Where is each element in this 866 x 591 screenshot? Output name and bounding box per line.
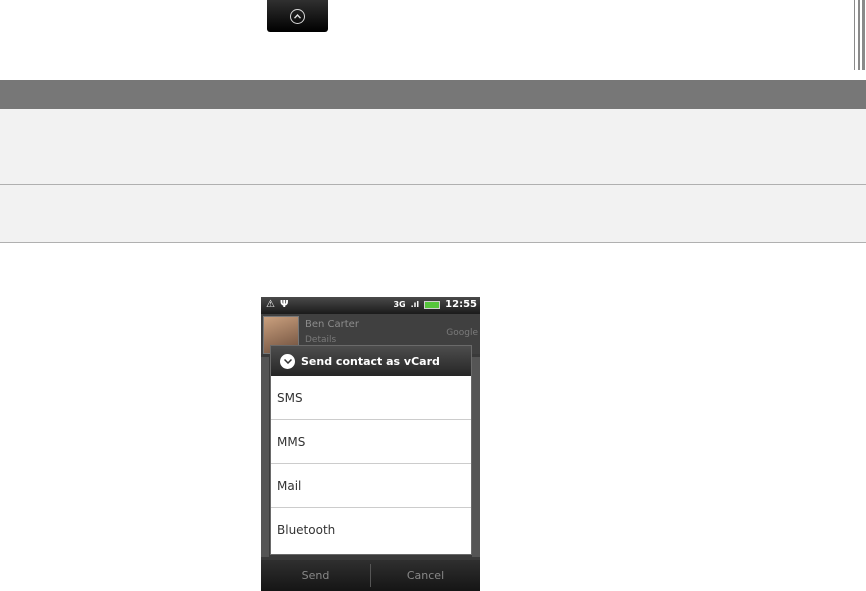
table-row bbox=[0, 109, 866, 185]
option-sms[interactable]: SMS bbox=[271, 376, 471, 420]
bottom-button-bar: Send Cancel bbox=[261, 560, 480, 591]
contact-subtitle: Details bbox=[305, 335, 337, 345]
signal-icon: .ıl bbox=[410, 300, 420, 309]
dialog-title: Send contact as vCard bbox=[301, 354, 440, 368]
usb-icon: Ψ bbox=[279, 299, 289, 310]
network-type: 3G bbox=[393, 300, 406, 309]
battery-icon bbox=[424, 300, 441, 309]
option-bluetooth[interactable]: Bluetooth bbox=[271, 508, 471, 552]
status-bar: ⚠ Ψ 3G .ıl 12:55 bbox=[261, 297, 480, 314]
chevron-up-icon bbox=[290, 8, 305, 24]
background-panel bbox=[261, 357, 269, 557]
phone-screen: ⚠ Ψ 3G .ıl 12:55 Ben Carter Google Detai… bbox=[261, 297, 480, 591]
warning-icon: ⚠ bbox=[266, 299, 275, 310]
send-button[interactable]: Send bbox=[261, 560, 370, 591]
table-header bbox=[0, 80, 866, 109]
chevron-down-circle-icon bbox=[280, 353, 295, 369]
cancel-button[interactable]: Cancel bbox=[371, 560, 480, 591]
dialog-title-bar: Send contact as vCard bbox=[271, 346, 471, 376]
contact-source: Google bbox=[446, 328, 478, 338]
contact-name: Ben Carter bbox=[305, 319, 359, 330]
option-mail[interactable]: Mail bbox=[271, 464, 471, 508]
option-mms[interactable]: MMS bbox=[271, 420, 471, 464]
background-panel bbox=[472, 357, 480, 557]
scroll-up-button[interactable] bbox=[267, 0, 328, 32]
page-edge-shadow bbox=[851, 0, 866, 70]
status-time: 12:55 bbox=[445, 299, 477, 310]
send-vcard-dialog: Send contact as vCard SMS MMS Mail Bluet… bbox=[270, 345, 472, 555]
table-row bbox=[0, 185, 866, 243]
